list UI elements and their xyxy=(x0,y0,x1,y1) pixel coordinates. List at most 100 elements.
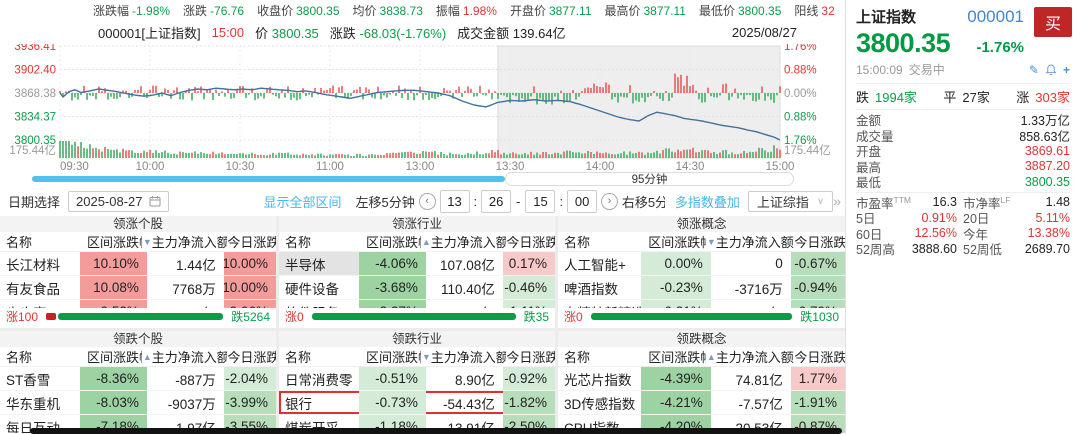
add-icon[interactable]: + xyxy=(1063,64,1070,76)
time-separator: : xyxy=(473,193,478,209)
video-scrub-bar[interactable] xyxy=(30,428,842,434)
collapse-arrows-icon[interactable]: » xyxy=(833,193,841,209)
stat-label: 最高价 xyxy=(604,3,641,18)
stat-value: -76.76 xyxy=(210,3,245,18)
cell-name: 专精特新精选 xyxy=(558,300,641,309)
show-full-range-link[interactable]: 显示全部区间 xyxy=(264,192,342,211)
intraday-chart[interactable]: 3936.413902.403868.383834.373800.351.76%… xyxy=(0,44,845,172)
table-row[interactable]: 步步高9.52%10.04亿9.96% xyxy=(0,300,276,308)
end-minute-input[interactable] xyxy=(567,189,598,213)
column-header[interactable]: 今日涨跌幅 xyxy=(227,232,276,251)
cell-value: -8.36% xyxy=(79,367,147,390)
top-stat-item: 最低价 3800.35 xyxy=(699,2,781,19)
column-header[interactable]: 主力净流入额 xyxy=(152,347,228,366)
step-back-icon[interactable]: ‹ xyxy=(418,192,436,210)
column-header[interactable]: 主力净流入额 xyxy=(716,232,795,251)
table-row[interactable]: 光芯片指数 -4.39% 74.81亿 1.77% xyxy=(558,367,845,391)
x-axis-tick-label: 14:00 xyxy=(586,161,615,172)
table-header[interactable]: 名称 区间涨跌幅▼主力净流入额今日涨跌幅 xyxy=(279,347,555,367)
x-axis-tick-label: 09:30 xyxy=(60,161,89,172)
ticker-time: 15:00 xyxy=(211,24,245,40)
buy-button[interactable]: 买 xyxy=(1034,7,1072,37)
column-header-label: 名称 xyxy=(6,235,33,250)
updown-ratio-bar xyxy=(311,312,516,320)
start-minute-input[interactable] xyxy=(481,189,512,213)
pair-value: 2689.70 xyxy=(1024,241,1070,256)
top-stat-item: 开盘价 3877.11 xyxy=(510,2,592,19)
sort-asc-icon: ▲ xyxy=(142,351,152,362)
index-name: 上证指数 xyxy=(856,9,917,26)
column-header[interactable]: 区间涨跌幅▲ xyxy=(648,347,715,366)
range-slider[interactable]: 95分钟 xyxy=(32,172,794,186)
table-row[interactable]: ST香雪 -8.36% -887万 -2.04% xyxy=(0,367,276,391)
move-right-label[interactable]: 右移5分钟 xyxy=(622,192,665,211)
table-title: 领跌行业 xyxy=(279,331,555,347)
column-header[interactable]: 今日涨跌幅 xyxy=(506,232,555,251)
column-header[interactable]: 主力净流入额 xyxy=(431,232,507,251)
column-header[interactable]: 今日涨跌幅 xyxy=(506,347,555,366)
table-header[interactable]: 名称 区间涨跌幅▲主力净流入额今日涨跌幅 xyxy=(0,347,276,367)
column-header[interactable]: 名称 xyxy=(558,347,648,366)
multi-index-overlay-link[interactable]: 多指数叠加 xyxy=(675,192,740,211)
sort-desc-icon: ▼ xyxy=(142,236,152,247)
step-forward-icon[interactable]: › xyxy=(601,192,618,210)
table-header[interactable]: 名称 区间涨跌幅▼主力净流入额今日涨跌幅 xyxy=(558,232,845,252)
column-header[interactable]: 名称 xyxy=(0,232,87,251)
table-row[interactable]: 人工智能+ 0.00% 0 -0.67% xyxy=(558,252,845,276)
table-row[interactable]: 啤酒指数 -0.23% -3716万 -0.94% xyxy=(558,276,845,300)
column-header[interactable]: 名称 xyxy=(0,347,87,366)
column-header[interactable]: 今日涨跌幅 xyxy=(794,232,845,251)
table-row[interactable]: 软件服务-3.27%75.56亿-1.11% xyxy=(279,300,555,308)
date-picker[interactable]: 2025-08-27 xyxy=(68,190,169,212)
column-header[interactable]: 区间涨跌幅▼ xyxy=(366,347,431,366)
column-header[interactable]: 区间涨跌幅▲ xyxy=(87,347,152,366)
quote-stat-row: 成交量 858.63亿 xyxy=(856,128,1070,144)
down-count-label: 跌5264 xyxy=(231,309,270,324)
column-header[interactable]: 今日涨跌幅 xyxy=(227,347,276,366)
index-select-value: 上证综指 xyxy=(756,194,809,210)
table-header[interactable]: 名称 区间涨跌幅▲主力净流入额今日涨跌幅 xyxy=(558,347,845,367)
stat-label: 均价 xyxy=(352,3,377,18)
table-row[interactable]: 长江材料 10.10% 1.44亿 10.00% xyxy=(0,252,276,276)
table-row[interactable]: 华东重机 -8.03% -9037万 -3.99% xyxy=(0,391,276,415)
down-count: 1994家 xyxy=(875,90,917,105)
column-header-label: 名称 xyxy=(285,235,312,250)
column-header-label: 名称 xyxy=(285,350,312,365)
ratio-bar-down-segment xyxy=(590,312,793,320)
column-header[interactable]: 主力净流入额 xyxy=(716,347,795,366)
table-row[interactable]: 半导体 -4.06% 107.08亿 0.17% xyxy=(279,252,555,276)
move-left-label[interactable]: 左移5分钟 xyxy=(356,192,415,211)
table-row[interactable]: 3D传感指数 -4.21% -7.57亿 -1.91% xyxy=(558,391,845,415)
table-row[interactable]: 硬件设备 -3.68% 110.40亿 -0.46% xyxy=(279,276,555,300)
table-row[interactable]: 日常消费零 -0.51% 8.90亿 -0.92% xyxy=(279,367,555,391)
start-hour-input[interactable] xyxy=(439,189,470,213)
column-header[interactable]: 名称 xyxy=(279,232,366,251)
column-header[interactable]: 区间涨跌幅▲ xyxy=(366,232,431,251)
column-header[interactable]: 名称 xyxy=(558,232,648,251)
column-header[interactable]: 区间涨跌幅▼ xyxy=(648,232,715,251)
ratio-bar-down-segment xyxy=(58,312,224,320)
column-header[interactable]: 名称 xyxy=(279,347,366,366)
end-hour-input[interactable] xyxy=(525,189,556,213)
cell-name: 半导体 xyxy=(279,252,359,275)
ticker-info-bar: 000001[上证指数] 15:00 价 3800.35 涨跌 -68.03(-… xyxy=(0,20,845,44)
column-header[interactable]: 今日涨跌幅 xyxy=(794,347,845,366)
slider-track-filled[interactable] xyxy=(32,176,505,182)
column-header[interactable]: 区间涨跌幅▼ xyxy=(87,232,152,251)
table-row[interactable]: 专精特新精选-0.21%1.46亿-0.79% xyxy=(558,300,845,308)
alarm-icon[interactable] xyxy=(1045,63,1057,76)
cell-value: 8.90亿 xyxy=(454,372,495,388)
column-header[interactable]: 主力净流入额 xyxy=(152,232,228,251)
table-header[interactable]: 名称 区间涨跌幅▲主力净流入额今日涨跌幅 xyxy=(279,232,555,252)
stock-app-window: 涨跌幅 -1.98% 涨跌 -76.76 收盘价 3800.35 均价 3838.73 振幅 1.… xyxy=(0,0,1080,434)
slider-window-handle[interactable]: 95分钟 xyxy=(505,172,794,186)
table-row[interactable]: 有友食品 10.08% 7768万 10.00% xyxy=(0,276,276,300)
stat-label: 阳线 xyxy=(794,3,819,18)
edit-icon[interactable]: ✎ xyxy=(1029,64,1039,76)
column-header[interactable]: 主力净流入额 xyxy=(431,347,507,366)
table-row[interactable]: 银行 -0.73% -54.43亿 -1.82% xyxy=(279,391,555,415)
index-select-dropdown[interactable]: 上证综指 ∨ xyxy=(747,190,834,212)
table-header[interactable]: 名称 区间涨跌幅▼主力净流入额今日涨跌幅 xyxy=(0,232,276,252)
index-code[interactable]: 000001 xyxy=(967,7,1024,27)
cell-value: -3.27% xyxy=(358,300,426,308)
